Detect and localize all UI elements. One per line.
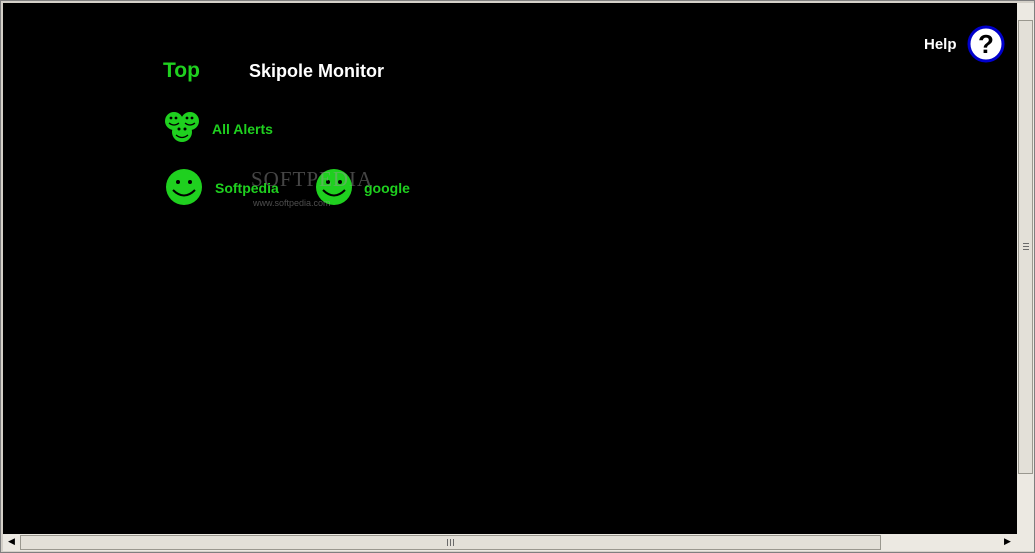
grip-icon [1023, 243, 1029, 250]
vertical-scroll-thumb[interactable] [1018, 20, 1033, 474]
page-viewport: Top Skipole Monitor Help ? All Alerts So… [3, 3, 1017, 534]
horizontal-scrollbar[interactable]: ◀ ▶ [3, 534, 1034, 551]
help-glyph: ? [978, 29, 994, 59]
help-label[interactable]: Help [924, 36, 957, 53]
top-link[interactable]: Top [163, 59, 200, 83]
watermark: SOFTPEDIA [251, 167, 374, 191]
watermark-url: www.softpedia.com [253, 198, 331, 208]
grip-icon [447, 539, 454, 546]
group-smiley-icon[interactable] [164, 109, 202, 147]
scroll-right-icon[interactable]: ▶ [999, 534, 1016, 551]
help-icon[interactable]: ? [967, 25, 1005, 63]
browser-frame: Top Skipole Monitor Help ? All Alerts So… [0, 0, 1035, 553]
scroll-left-icon[interactable]: ◀ [3, 534, 20, 551]
page-title: Skipole Monitor [249, 61, 384, 81]
nav-item-all-alerts[interactable]: All Alerts [212, 121, 273, 137]
vertical-scrollbar[interactable] [1017, 3, 1034, 534]
horizontal-scroll-thumb[interactable] [20, 535, 881, 550]
smiley-icon[interactable] [165, 168, 203, 206]
